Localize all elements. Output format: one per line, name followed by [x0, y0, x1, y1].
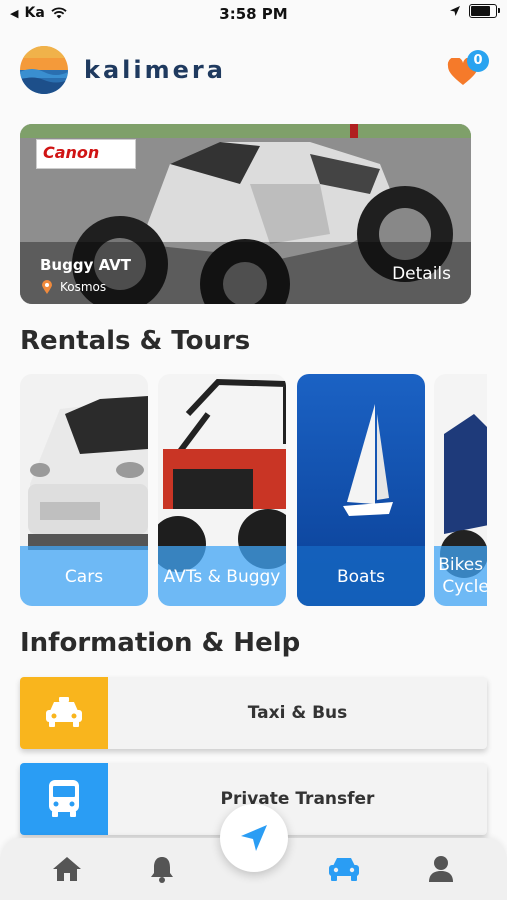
featured-location-text: Kosmos [60, 280, 107, 294]
featured-location: Kosmos [42, 280, 106, 294]
category-label: Bikes & Cycles [438, 555, 487, 597]
favorites-button[interactable]: 0 [447, 50, 489, 90]
featured-card[interactable]: Canon Buggy AVT Kosmos Details [20, 124, 471, 304]
tab-profile[interactable] [424, 852, 458, 886]
navigation-fab[interactable] [220, 804, 288, 872]
category-card-bikes[interactable]: Bikes & Cycles [434, 374, 487, 606]
taxi-icon [20, 677, 108, 749]
map-pin-icon [42, 280, 52, 294]
category-label: AVTs & Buggy [163, 567, 281, 587]
details-link[interactable]: Details [392, 264, 451, 284]
category-label: Cars [64, 567, 104, 587]
app-logo [20, 46, 68, 94]
home-icon [53, 857, 81, 881]
favorites-count-badge: 0 [467, 50, 489, 72]
location-arrow-icon [450, 6, 460, 16]
battery-icon [469, 4, 500, 18]
tab-notifications[interactable] [145, 852, 179, 886]
categories-carousel[interactable]: Cars AVTs & Buggy Boats Bikes Cycle [20, 374, 487, 607]
canon-sign: Canon [36, 139, 136, 169]
bell-icon [151, 857, 173, 883]
private-transfer-label: Private Transfer [220, 789, 375, 809]
app-header: kalimera 0 [20, 44, 489, 96]
taxi-bus-label: Taxi & Bus [247, 703, 348, 723]
category-card-avts-buggy[interactable]: AVTs & Buggy [158, 374, 286, 606]
car-icon [329, 858, 359, 881]
category-card-boats[interactable]: Boats [297, 374, 425, 606]
brand-name: kalimera [84, 56, 226, 84]
rentals-tours-heading: Rentals & Tours [20, 326, 251, 356]
taxi-bus-item[interactable]: Taxi & Bus [20, 677, 487, 749]
category-label: Boats [336, 567, 385, 587]
tab-home[interactable] [50, 852, 84, 886]
tab-rentals[interactable] [327, 852, 361, 886]
navigation-icon [241, 825, 267, 851]
category-card-cars[interactable]: Cars [20, 374, 148, 606]
user-icon [429, 856, 453, 882]
status-bar: ◀ Ka 3:58 PM [0, 0, 507, 28]
featured-title: Buggy AVT [40, 256, 132, 274]
bus-icon [20, 763, 108, 835]
status-time: 3:58 PM [219, 5, 288, 23]
information-help-heading: Information & Help [20, 628, 301, 658]
